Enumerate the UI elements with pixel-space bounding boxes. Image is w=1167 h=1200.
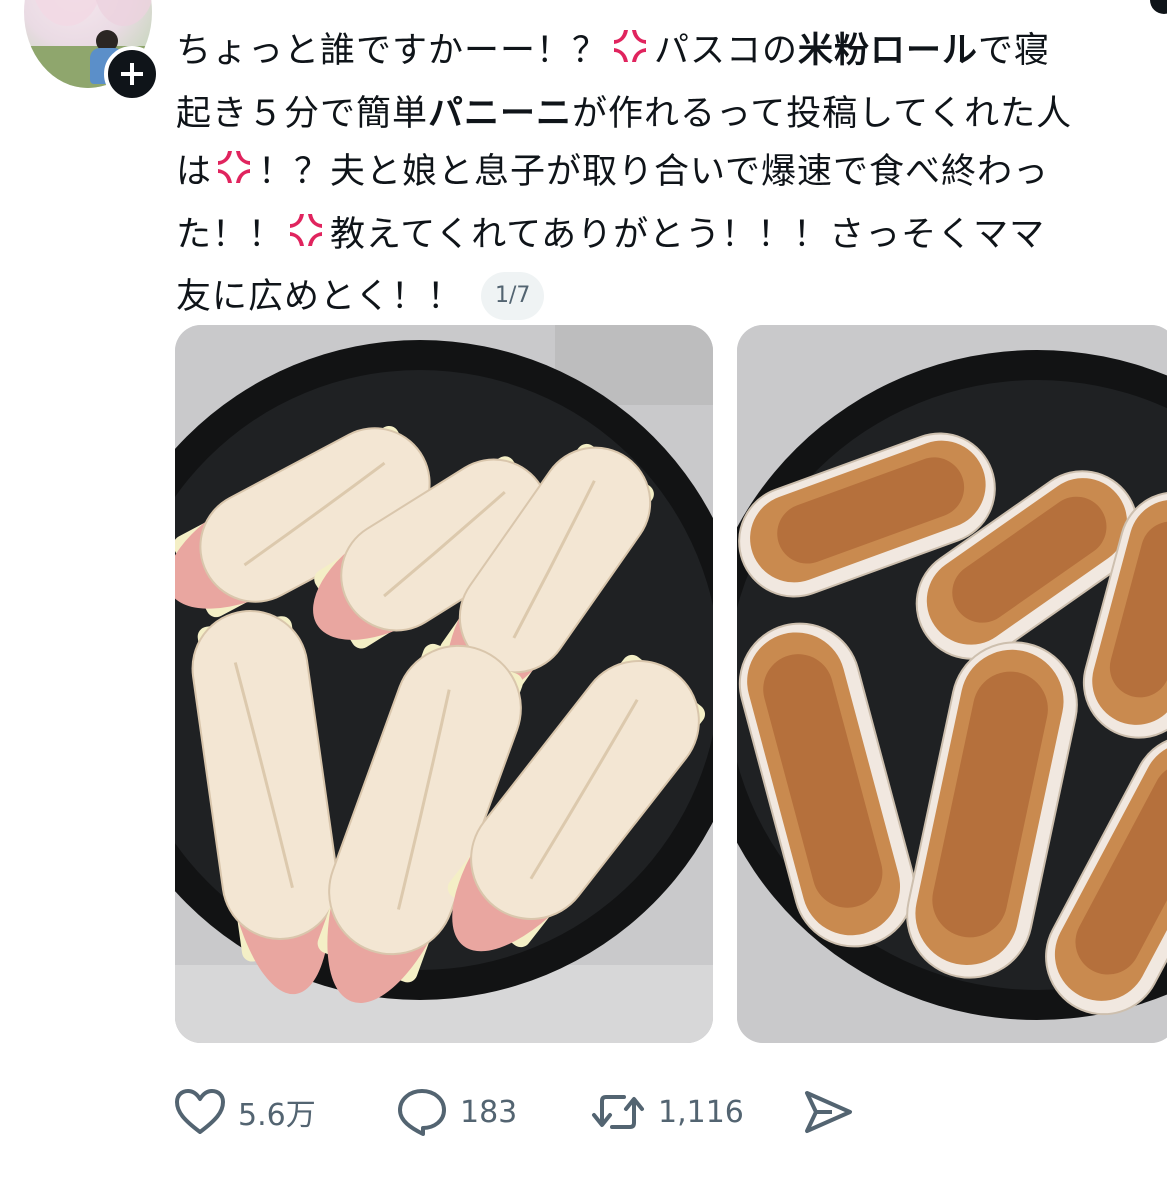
share-icon [805,1091,852,1133]
post-text-segment: 米粉ロール [798,31,979,71]
post-text-line: ちょっと誰ですかーー！？ パスコの米粉ロールで寝 [176,22,1136,85]
post-text-segment: が作れるって投稿してくれた人 [572,93,1073,134]
reply-bubble-icon [398,1089,446,1136]
repost-button[interactable]: 1,116 [590,1082,744,1142]
post-text-line: は ！？夫と娘と息子が取り合いで爆速で食べ終わっ [176,143,1136,206]
post-text: ちょっと誰ですかーー！？ パスコの米粉ロールで寝起き５分で簡単パニーニが作れるって… [176,22,1136,327]
reply-button[interactable]: 183 [396,1082,517,1142]
repost-icon [592,1095,644,1129]
post-text-segment: ちょっと誰ですかーー！？ [176,31,609,71]
post-text-line: 起き５分で簡単パニーニが作れるって投稿してくれた人 [176,85,1136,144]
follow-button[interactable] [104,46,160,102]
post-page: ちょっと誰ですかーー！？ パスコの米粉ロールで寝起き５分で簡単パニーニが作れるって… [0,0,1167,1200]
anger-symbol-icon [286,210,326,269]
anger-symbol-icon [610,26,650,85]
plus-icon [121,63,143,85]
anger-symbol-icon [214,147,254,206]
post-text-segment: で寝 [978,31,1051,71]
post-photo-toasted-rolls[interactable] [737,325,1167,1043]
post-photo-raw-rolls[interactable] [175,325,713,1043]
post-text-segment: 教えてくれてありがとう！！！さっそくママ [330,214,1046,255]
image-counter-badge: 1/7 [480,272,545,320]
more-indicator[interactable] [1150,0,1167,14]
post-text-segment: は [176,152,213,192]
share-button[interactable] [802,1082,854,1142]
post-text-segment: ！？夫と娘と息子が取り合いで爆速で食べ終わっ [258,152,1049,192]
post-text-segment: パスコの [654,31,799,71]
post-text-segment: 友に広めとく！！ [176,277,463,317]
post-text-segment: た！！ [176,214,285,255]
post-text-line: 友に広めとく！！ 1/7 [176,268,1136,327]
heart-icon [175,1089,225,1134]
repost-count: 1,116 [658,1094,744,1130]
post-text-line: た！！ 教えてくれてありがとう！！！さっそくママ [176,206,1136,269]
post-text-segment: パニーニ [428,93,573,134]
like-button[interactable]: 5.6万 [174,1082,316,1142]
like-count: 5.6万 [238,1098,316,1133]
action-bar: 5.6万 183 1,116 [0,1082,1167,1142]
reply-count: 183 [460,1094,518,1130]
post-text-segment: 起き５分で簡単 [176,93,429,134]
